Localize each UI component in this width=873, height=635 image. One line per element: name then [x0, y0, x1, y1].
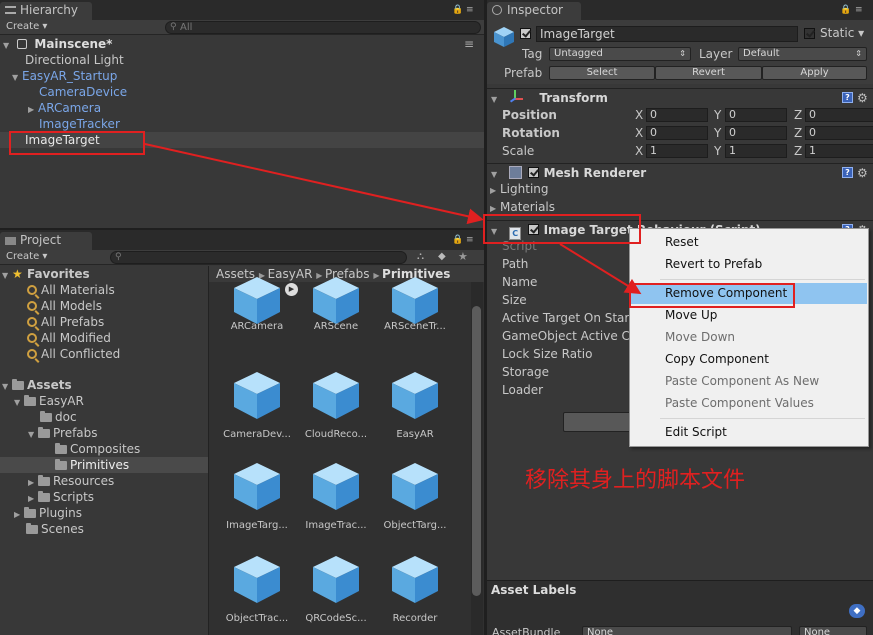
annotation-text: 移除其身上的脚本文件: [525, 468, 746, 493]
annotation-arrows: [144, 143, 642, 295]
arrow-to-script-component: [144, 143, 484, 225]
arrow-to-remove-component: [559, 243, 642, 295]
unity-editor: Hierarchy 🔒 ≡ Create ▾ ⚲ All ▼ Mainscene…: [0, 0, 873, 635]
